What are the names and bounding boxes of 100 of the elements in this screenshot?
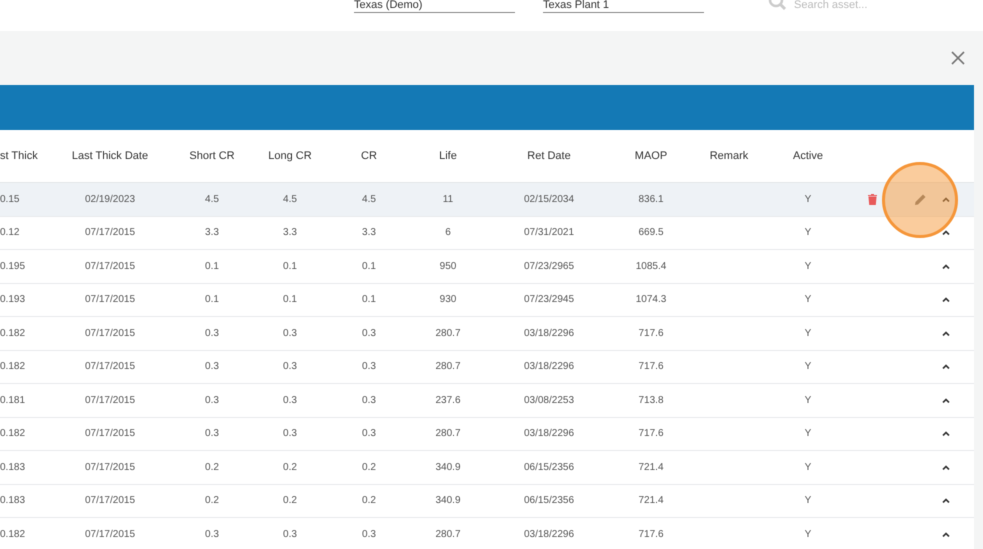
column-header: CR (361, 148, 377, 164)
table-cell-text: 3.3 (205, 226, 219, 240)
table-cell-text: Y (804, 293, 812, 308)
table-row[interactable]: 0.182 07/17/2015 0.3 0.3 0.3 280.7 03/18/2296 717.6 Y (0, 350, 974, 384)
table-cell-text: 07/31/2021 (524, 226, 574, 240)
table-cell-text: 0.12 (0, 226, 20, 240)
table-cell-text: 669.5 (638, 226, 664, 240)
search-field[interactable]: Search asset... (794, 0, 904, 11)
table-row[interactable]: 0.15 02/19/2023 4.5 4.5 4.5 11 02/15/2034 836.1 Y (0, 183, 974, 216)
column-header: Short CR (189, 148, 235, 164)
table-cell-text: 07/23/2965 (524, 260, 574, 274)
table-cell-text: 0.183 (0, 460, 26, 475)
chevron-up-icon[interactable] (942, 532, 950, 537)
table-cell-text: 4.5 (362, 192, 376, 207)
trash-icon[interactable] (868, 194, 877, 205)
table-cell-text: 07/17/2015 (84, 394, 136, 408)
chevron-up-icon[interactable] (942, 498, 950, 504)
table-cell-text: 0.193 (0, 293, 26, 308)
column-header: Active (793, 148, 823, 164)
table-cell-text: Y (804, 360, 812, 374)
table-cell-text: 03/08/2253 (524, 394, 574, 408)
table-cell-text: 721.4 (638, 460, 664, 475)
table-cell-text: Y (804, 226, 812, 240)
chevron-up-icon[interactable] (942, 431, 950, 436)
close-icon[interactable] (951, 51, 965, 65)
table-cell-text: 0.182 (0, 326, 26, 341)
table-cell-text: 0.3 (205, 394, 219, 408)
table-cell-text: 11 (442, 192, 454, 207)
table-cell-text: 0.3 (283, 394, 297, 408)
table-cell-text: 717.6 (638, 427, 664, 442)
table-cell-text: 02/15/2034 (524, 192, 574, 207)
chevron-up-icon[interactable] (942, 364, 950, 370)
table-row[interactable]: 0.12 07/17/2015 3.3 3.3 3.3 6 07/31/2021 669.5 Y (0, 216, 974, 250)
table-cell-text: 0.1 (205, 260, 219, 274)
table-cell-text: 6 (445, 226, 451, 240)
table-cell-text: 340.9 (435, 460, 461, 475)
table-cell-text: 0.182 (0, 528, 26, 542)
table-cell-text: 03/18/2296 (524, 528, 574, 542)
filter-field[interactable]: Texas (Demo) (354, 0, 515, 13)
table-cell-text: 07/23/2945 (524, 293, 574, 308)
table-row[interactable]: 0.182 07/17/2015 0.3 0.3 0.3 280.7 03/18/2296 717.6 Y (0, 418, 974, 451)
table-cell-text: 721.4 (638, 494, 664, 508)
table-cell-text: 0.2 (283, 460, 297, 475)
table-cell-text: Y (804, 192, 812, 207)
table-cell-text: 1085.4 (636, 260, 666, 274)
table-cell-text: Y (804, 528, 812, 542)
table-cell-text: 06/15/2356 (524, 494, 574, 508)
column-header: MAOP (634, 148, 668, 164)
table-cell-text: 07/17/2015 (84, 260, 136, 274)
chevron-up-icon[interactable] (942, 464, 950, 470)
table-cell-text: 237.6 (435, 394, 461, 408)
chevron-up-icon[interactable] (942, 230, 950, 236)
column-header: Last Thick Date (72, 148, 148, 164)
table-cell-text: Y (804, 427, 812, 442)
table-row[interactable]: 0.183 07/17/2015 0.2 0.2 0.2 340.9 06/15/2356 721.4 Y (0, 484, 974, 518)
table-cell-text: 07/17/2015 (84, 360, 136, 374)
chevron-up-icon[interactable] (942, 398, 950, 403)
table-cell-text: 0.2 (362, 494, 376, 508)
table-cell-text: 280.7 (435, 326, 461, 341)
column-header: Long CR (268, 148, 312, 164)
table-cell-text: 4.5 (205, 192, 219, 207)
filter-field[interactable]: Texas Plant 1 (543, 0, 704, 13)
table-cell-text: 0.182 (0, 427, 26, 442)
column-header: Remark (710, 148, 748, 164)
table-cell-text: 717.6 (638, 360, 664, 374)
table-cell-text: 0.3 (362, 394, 376, 408)
table-cell-text: 1074.3 (636, 293, 666, 308)
table-row[interactable]: 0.193 07/17/2015 0.1 0.1 0.1 930 07/23/2945 1074.3 Y (0, 284, 974, 317)
table-cell-text: 0.1 (205, 293, 219, 308)
table-cell-text: 0.3 (362, 326, 376, 341)
table-cell-text: 0.183 (0, 494, 26, 508)
table-cell-text: 07/17/2015 (84, 293, 136, 308)
table-cell-text: 0.3 (283, 427, 297, 442)
chevron-up-icon[interactable] (942, 264, 950, 269)
table-cell-text: Y (804, 494, 812, 508)
column-header: Ret Date (527, 148, 571, 164)
table-cell-text: 0.3 (362, 528, 376, 542)
table-cell-text: Y (804, 326, 812, 341)
table-cell-text: 0.3 (205, 528, 219, 542)
chevron-up-icon[interactable] (942, 297, 950, 302)
table-cell-text: 07/17/2015 (84, 427, 136, 442)
table-cell-text: 03/18/2296 (524, 360, 574, 374)
table-cell-text: 717.6 (638, 528, 664, 542)
table-cell-text: 280.7 (435, 427, 461, 442)
table-cell-text: 3.3 (283, 226, 297, 240)
table-cell-text: 06/15/2356 (524, 460, 574, 475)
table-cell-text: 0.3 (205, 326, 219, 341)
table-cell-text: 0.2 (205, 494, 219, 508)
table-cell-text: 02/19/2023 (84, 192, 136, 207)
column-header: Life (439, 148, 457, 164)
table-cell-text: 950 (440, 260, 456, 274)
table-cell-text: 0.3 (205, 360, 219, 374)
chevron-up-icon[interactable] (942, 330, 950, 336)
table-cell-text: 0.3 (283, 528, 297, 542)
table-cell-text: 0.181 (0, 394, 26, 408)
table-cell-text: 3.3 (362, 226, 376, 240)
table-cell-text: 0.3 (205, 427, 219, 442)
table-cell-text: 280.7 (435, 528, 461, 542)
table-cell-text: 0.2 (362, 460, 376, 475)
table-cell-text: 03/18/2296 (524, 326, 574, 341)
